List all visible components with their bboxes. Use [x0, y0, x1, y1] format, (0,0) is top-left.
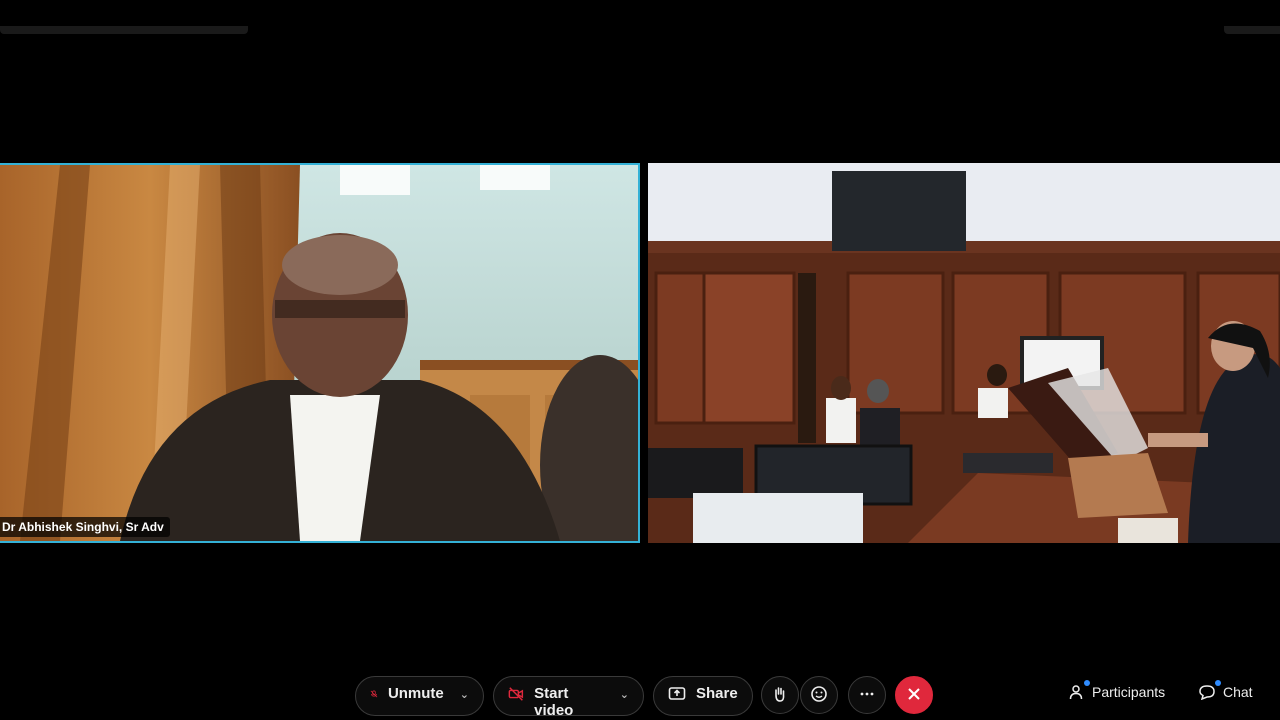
participants-notification-dot [1084, 680, 1090, 686]
top-bar-left [0, 26, 248, 34]
participant-name-label: Dr Abhishek Singhvi, Sr Adv [0, 517, 170, 537]
more-options-button[interactable] [848, 676, 886, 714]
hand-icon [775, 687, 785, 702]
chat-button[interactable]: Chat [1199, 680, 1253, 700]
unmute-button[interactable]: Unmute ⌄ [355, 676, 484, 716]
chevron-down-icon[interactable]: ⌄ [620, 688, 629, 701]
start-video-label: Start video [534, 685, 574, 719]
end-call-icon [908, 688, 920, 700]
end-call-button[interactable] [895, 676, 933, 714]
video-tile-speaker[interactable]: Dr Abhishek Singhvi, Sr Adv [0, 163, 640, 543]
participants-label: Participants [1092, 684, 1166, 700]
person-icon [1069, 685, 1083, 700]
muted-mic-icon [370, 690, 378, 698]
speaker-video-feed [0, 165, 638, 541]
start-video-button[interactable]: Start video ⌄ [493, 676, 644, 719]
chat-bubble-icon [1199, 685, 1215, 700]
top-bar-right [1224, 26, 1280, 34]
video-off-icon [508, 687, 524, 701]
meeting-controls-bar: Unmute ⌄ Start video ⌄ Share Participant… [0, 674, 1280, 720]
share-button[interactable]: Share [653, 676, 753, 716]
chat-label: Chat [1223, 684, 1253, 700]
chat-notification-dot [1215, 680, 1221, 686]
courtroom-video-feed [648, 163, 1280, 543]
chevron-down-icon[interactable]: ⌄ [460, 688, 469, 701]
raise-hand-button[interactable] [761, 676, 799, 714]
unmute-label: Unmute [387, 685, 444, 702]
more-icon [860, 692, 874, 696]
share-label: Share [696, 685, 738, 702]
reactions-button[interactable] [800, 676, 838, 714]
share-screen-icon [668, 687, 686, 700]
participants-button[interactable]: Participants [1068, 680, 1166, 700]
emoji-icon [811, 686, 827, 702]
video-tile-courtroom[interactable] [648, 163, 1280, 543]
